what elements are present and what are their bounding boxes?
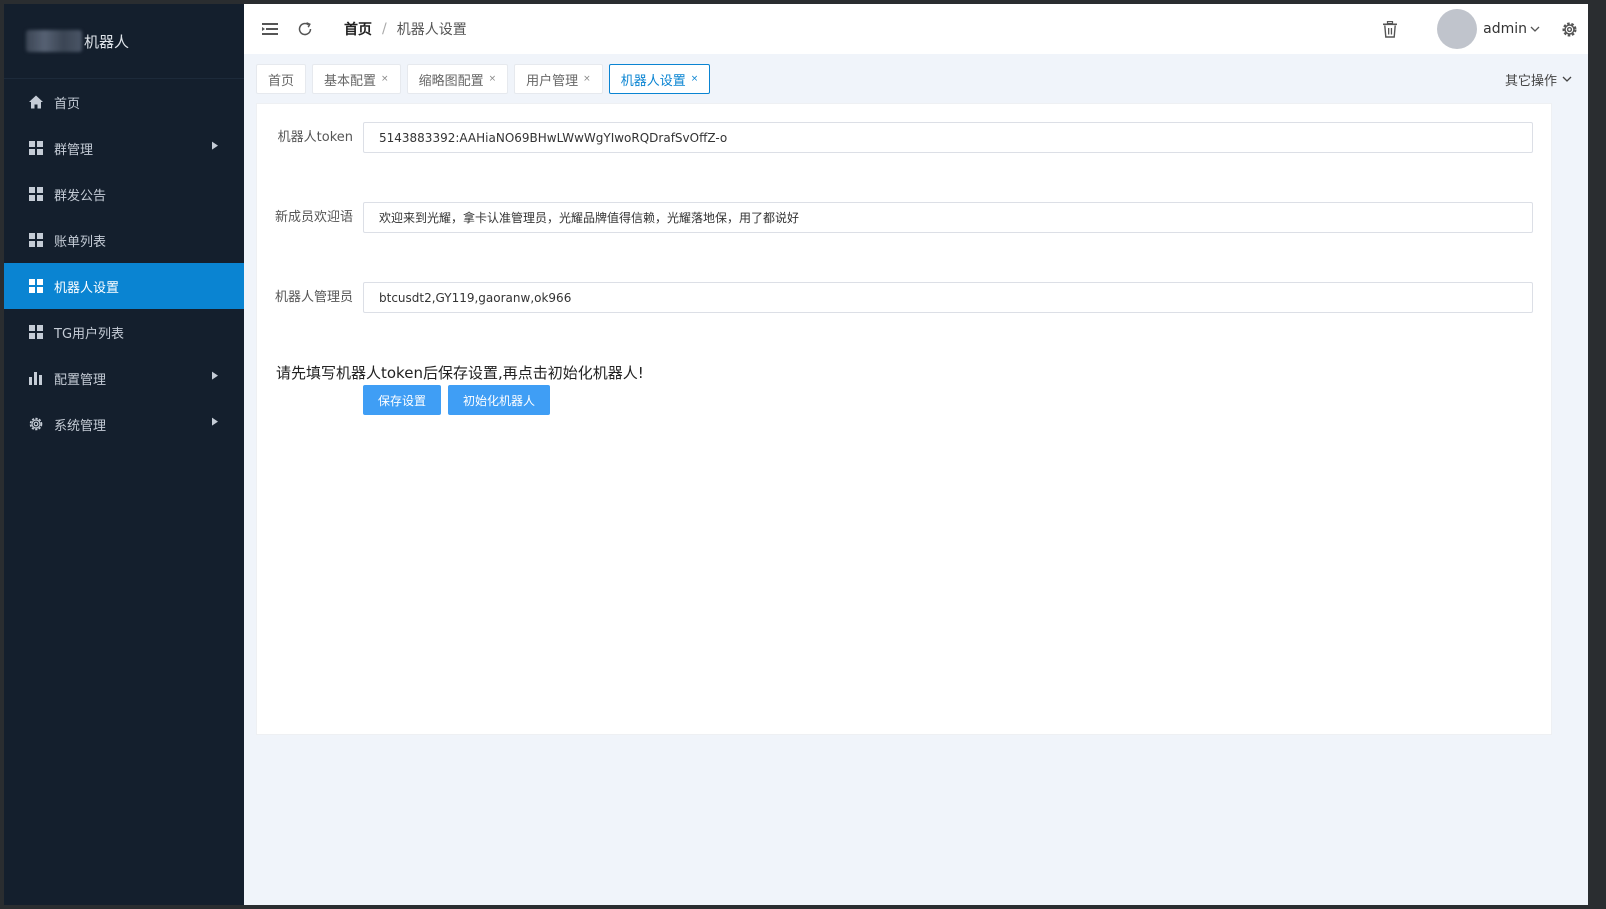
sidebar-item-label: 账单列表	[54, 234, 107, 250]
breadcrumb: 首页 / 机器人设置	[344, 19, 467, 39]
chevron-right-icon	[212, 371, 218, 380]
close-icon[interactable]: ×	[381, 74, 389, 84]
tab-thumbnail-config[interactable]: 缩略图配置 ×	[406, 64, 509, 94]
admins-label: 机器人管理员	[274, 290, 353, 305]
sidebar-item-bills[interactable]: 账单列表	[4, 217, 244, 263]
save-button[interactable]: 保存设置	[363, 385, 441, 415]
sidebar-item-system[interactable]: 系统管理	[4, 401, 244, 447]
sidebar-item-config[interactable]: 配置管理	[4, 355, 244, 401]
tab-bar: 首页 基本配置 × 缩略图配置 × 用户管理 × 机器人设置 × 其它操作	[256, 63, 1588, 95]
sidebar-item-label: 首页	[54, 96, 81, 112]
close-icon[interactable]: ×	[489, 74, 497, 84]
sidebar-item-label: 系统管理	[54, 418, 107, 434]
sidebar: 机器人 首页 群管理 群发公告 账单列表 机器人设置 TG用户列表 配置管理 系…	[4, 4, 244, 905]
sidebar-item-bot-settings[interactable]: 机器人设置	[4, 263, 244, 309]
grid-icon	[28, 278, 44, 294]
chevron-down-icon	[1530, 25, 1540, 33]
gear-icon	[28, 416, 44, 432]
notice-text: 请先填写机器人token后保存设置,再点击初始化机器人!	[276, 364, 644, 382]
sidebar-item-label: 机器人设置	[54, 280, 120, 296]
chevron-right-icon	[212, 141, 218, 150]
sidebar-menu: 首页 群管理 群发公告 账单列表 机器人设置 TG用户列表 配置管理 系统管理	[4, 79, 244, 447]
tab-label: 用户管理	[526, 73, 579, 89]
sidebar-item-home[interactable]: 首页	[4, 79, 244, 125]
sidebar-item-group-management[interactable]: 群管理	[4, 125, 244, 171]
other-actions-label: 其它操作	[1504, 73, 1557, 89]
grid-icon	[28, 140, 44, 156]
user-menu[interactable]: admin	[1483, 21, 1540, 37]
app-window: 机器人 首页 群管理 群发公告 账单列表 机器人设置 TG用户列表 配置管理 系…	[4, 4, 1588, 905]
logo-text: 机器人	[84, 32, 130, 51]
home-icon	[28, 94, 44, 110]
bar-chart-icon	[28, 370, 44, 386]
logo: 机器人	[4, 4, 244, 79]
grid-icon	[28, 186, 44, 202]
gear-icon[interactable]	[1560, 20, 1578, 38]
sidebar-item-label: 群管理	[54, 142, 94, 158]
logo-image	[26, 30, 82, 52]
header-right: admin	[1364, 4, 1588, 54]
username: admin	[1483, 21, 1527, 37]
breadcrumb-home[interactable]: 首页	[344, 19, 372, 39]
token-input[interactable]	[363, 122, 1533, 153]
sidebar-item-label: 群发公告	[54, 188, 107, 204]
avatar[interactable]	[1437, 9, 1478, 49]
init-bot-button[interactable]: 初始化机器人	[448, 385, 550, 415]
trash-icon[interactable]	[1381, 20, 1399, 38]
tab-bot-settings[interactable]: 机器人设置 ×	[608, 64, 711, 94]
breadcrumb-separator: /	[382, 21, 387, 37]
close-icon[interactable]: ×	[583, 74, 591, 84]
settings-panel: 机器人token 新成员欢迎语 机器人管理员 请先填写机器人token后保存设置…	[256, 103, 1552, 735]
close-icon[interactable]: ×	[691, 74, 699, 84]
chevron-right-icon	[212, 417, 218, 426]
breadcrumb-current: 机器人设置	[396, 22, 467, 38]
tab-label: 缩略图配置	[418, 73, 484, 89]
sidebar-item-broadcast[interactable]: 群发公告	[4, 171, 244, 217]
other-actions-dropdown[interactable]: 其它操作	[1505, 63, 1572, 95]
sidebar-item-label: TG用户列表	[54, 326, 125, 342]
token-label: 机器人token	[277, 130, 353, 145]
grid-icon	[28, 232, 44, 248]
admins-input[interactable]	[363, 282, 1533, 313]
chevron-down-icon	[1562, 75, 1572, 83]
tab-label: 首页	[268, 73, 295, 89]
welcome-input[interactable]	[363, 202, 1533, 233]
sidebar-item-tg-users[interactable]: TG用户列表	[4, 309, 244, 355]
tab-label: 基本配置	[324, 73, 377, 89]
tab-label: 机器人设置	[620, 73, 686, 89]
tab-basic-config[interactable]: 基本配置 ×	[312, 64, 401, 94]
refresh-icon[interactable]	[296, 20, 314, 38]
grid-icon	[28, 324, 44, 340]
sidebar-item-label: 配置管理	[54, 372, 107, 388]
top-header: 首页 / 机器人设置 admin	[244, 4, 1588, 54]
tab-user-management[interactable]: 用户管理 ×	[514, 64, 603, 94]
welcome-label: 新成员欢迎语	[274, 210, 353, 225]
tab-home[interactable]: 首页	[256, 64, 307, 94]
menu-toggle-icon[interactable]	[261, 20, 279, 38]
